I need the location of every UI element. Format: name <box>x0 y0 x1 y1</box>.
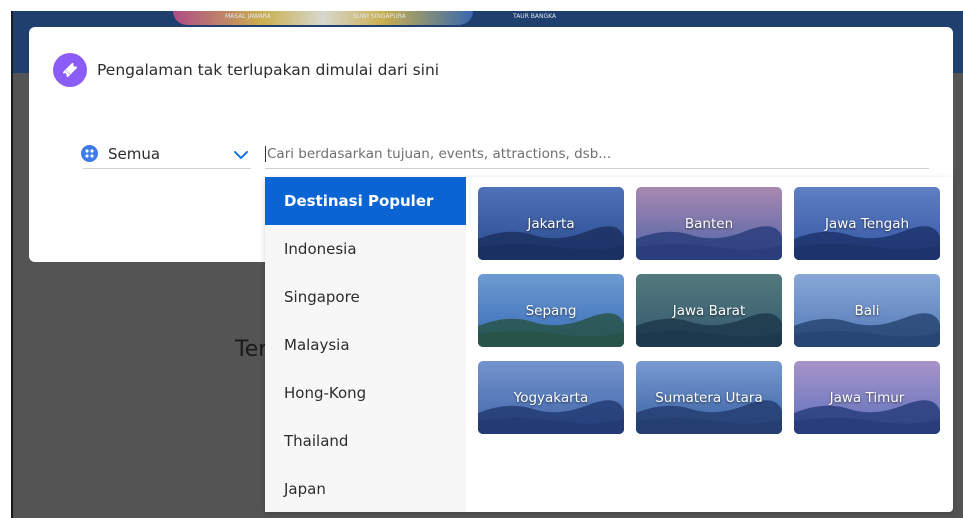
country-item[interactable]: Destinasi Populer <box>265 177 466 225</box>
destination-tile[interactable]: Banten <box>636 187 782 260</box>
destination-tile[interactable]: Yogyakarta <box>478 361 624 434</box>
destination-label: Sumatera Utara <box>655 389 763 406</box>
country-item[interactable]: Malaysia <box>265 321 466 369</box>
country-item[interactable]: Indonesia <box>265 225 466 273</box>
banner-text: MASAL JAWARA <box>225 13 271 20</box>
country-item[interactable]: Japan <box>265 465 466 513</box>
country-item[interactable]: Hong-Kong <box>265 369 466 417</box>
destination-tile[interactable]: Jawa Barat <box>636 274 782 347</box>
modal-title: Pengalaman tak terlupakan dimulai dari s… <box>97 61 440 79</box>
destination-label: Jawa Timur <box>829 389 905 406</box>
ticket-icon <box>53 53 87 87</box>
destination-tile[interactable]: Sepang <box>478 274 624 347</box>
destination-label: Jawa Tengah <box>824 215 910 232</box>
region-selector-value: Semua <box>108 144 161 163</box>
banner-artwork <box>173 11 473 25</box>
destination-tile[interactable]: Jawa Timur <box>794 361 940 434</box>
destination-dropdown: Destinasi Populer Indonesia Singapore Malay… <box>265 177 953 512</box>
destination-label: Banten <box>684 215 734 232</box>
destination-tile[interactable]: Sumatera Utara <box>636 361 782 434</box>
region-selector[interactable]: Semua <box>81 139 251 169</box>
text-caret <box>265 145 266 162</box>
country-item[interactable]: Singapore <box>265 273 466 321</box>
chevron-down-icon[interactable] <box>233 146 249 165</box>
banner-text: TAUR BANGKA <box>513 13 557 20</box>
destination-label: Jakarta <box>527 215 575 232</box>
modal-header: Pengalaman tak terlupakan dimulai dari s… <box>53 53 439 87</box>
destination-tile[interactable]: Jakarta <box>478 187 624 260</box>
destination-label: Sepang <box>525 302 577 319</box>
destination-label: Yogyakarta <box>513 389 589 406</box>
search-field[interactable] <box>265 139 929 169</box>
destination-label: Jawa Barat <box>672 302 746 319</box>
banner-text: SUWI SINGAPURA <box>353 13 406 20</box>
destination-tile[interactable]: Jawa Tengah <box>794 187 940 260</box>
background-heading: Ter <box>235 337 268 362</box>
country-item[interactable]: Thailand <box>265 417 466 465</box>
globe-icon <box>81 145 98 162</box>
destination-grid: Jakarta Banten Jawa Tengah Sepang Jawa Barat… <box>478 187 940 434</box>
destination-tile[interactable]: Bali <box>794 274 940 347</box>
country-list: Destinasi Populer Indonesia Singapore Malay… <box>265 177 466 512</box>
search-input[interactable] <box>267 145 907 162</box>
destination-label: Bali <box>854 302 880 319</box>
